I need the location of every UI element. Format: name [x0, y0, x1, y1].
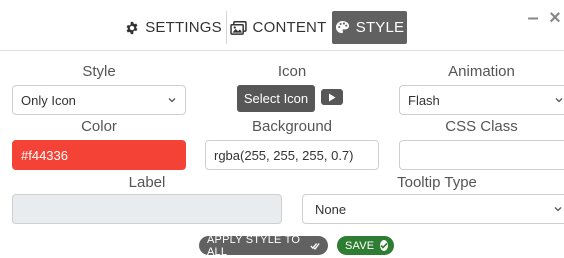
chevron-down-icon	[168, 98, 176, 103]
animation-select[interactable]: Flash	[399, 85, 564, 115]
background-label: Background	[251, 118, 333, 135]
preview-button[interactable]	[321, 89, 343, 105]
animation-label: Animation	[448, 63, 515, 80]
tab-settings-label: SETTINGS	[145, 19, 222, 36]
tab-style-label: STYLE	[355, 19, 405, 36]
icon-label: Icon	[277, 63, 307, 80]
check-circle-icon	[380, 240, 389, 251]
double-check-icon	[310, 242, 320, 250]
chevron-down-icon	[554, 207, 562, 212]
chevron-down-icon	[555, 98, 563, 103]
minimize-button[interactable]: –	[524, 7, 542, 29]
play-icon	[329, 93, 336, 101]
tooltip-type-label: Tooltip Type	[397, 174, 477, 191]
select-icon-button[interactable]: Select Icon	[237, 85, 315, 112]
tooltip-type-select-value: None	[315, 201, 347, 217]
background-field[interactable]: rgba(255, 255, 255, 0.7)	[205, 140, 379, 170]
animation-select-value: Flash	[408, 92, 440, 108]
save-label: SAVE	[345, 239, 375, 252]
tab-style[interactable]: STYLE	[332, 11, 407, 44]
style-select-value: Only Icon	[21, 92, 76, 108]
tab-content[interactable]: CONTENT	[226, 11, 329, 44]
label-field[interactable]	[12, 194, 282, 224]
tooltip-type-select[interactable]: None	[302, 194, 564, 224]
color-label: Color	[81, 118, 117, 135]
css-class-field[interactable]	[399, 140, 564, 170]
label-label: Label	[128, 174, 166, 191]
apply-style-to-all-label: APPLY STYLE TO ALL	[207, 233, 301, 258]
style-label: Style	[82, 63, 116, 80]
images-icon	[229, 20, 247, 35]
gear-icon	[126, 21, 138, 34]
close-button[interactable]: ×	[546, 7, 564, 29]
save-button[interactable]: SAVE	[337, 236, 394, 255]
tab-content-label: CONTENT	[252, 19, 327, 36]
css-class-label: CSS Class	[445, 118, 518, 135]
style-select[interactable]: Only Icon	[12, 85, 186, 115]
color-field[interactable]: #f44336	[12, 140, 186, 170]
tab-bar: SETTINGS CONTENT STYLE – ×	[0, 0, 564, 51]
tab-settings[interactable]: SETTINGS	[122, 11, 225, 44]
palette-icon	[335, 20, 349, 34]
apply-style-to-all-button[interactable]: APPLY STYLE TO ALL	[199, 233, 328, 258]
